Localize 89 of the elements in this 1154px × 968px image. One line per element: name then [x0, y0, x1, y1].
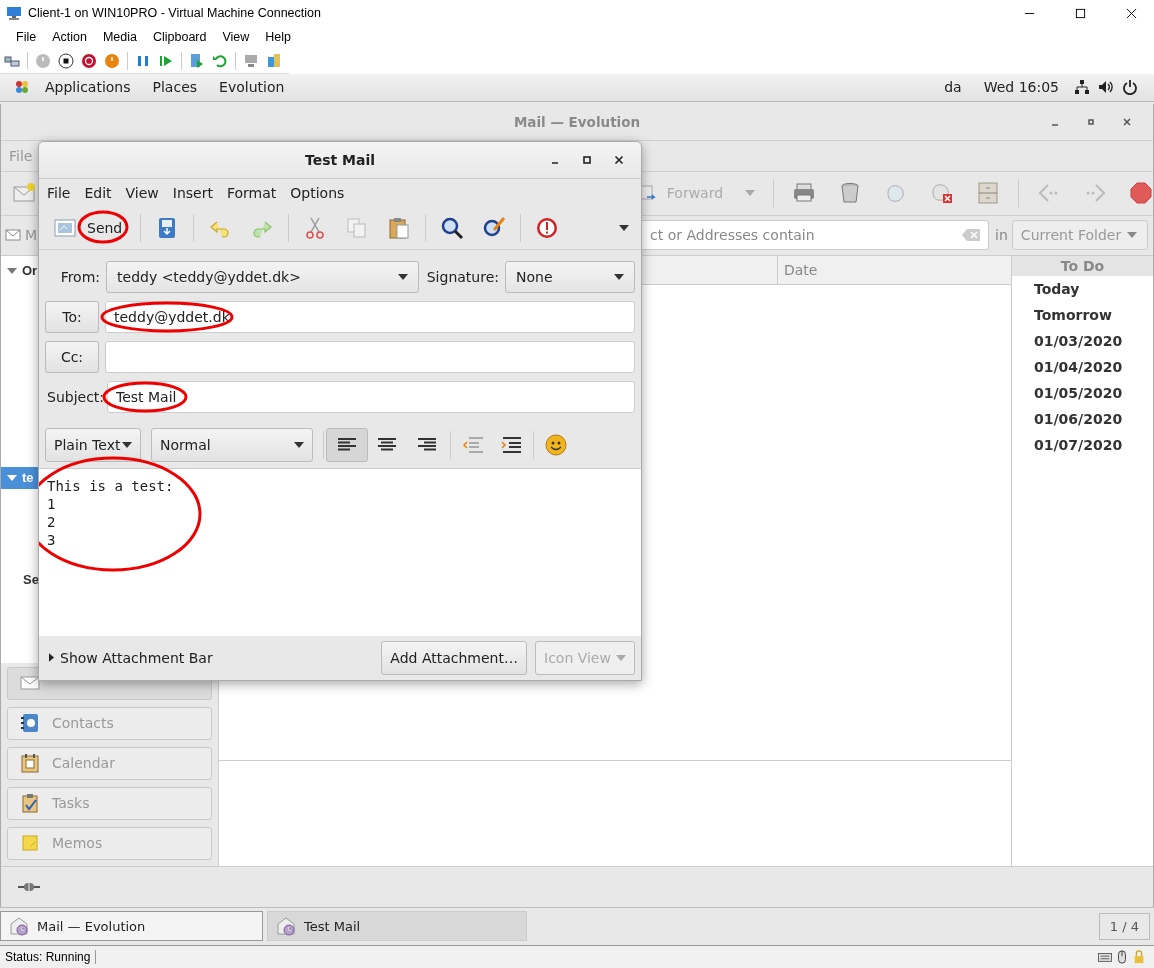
cc-button[interactable]: Cc: — [45, 340, 99, 373]
menu-item[interactable]: Options — [283, 184, 352, 201]
caret-icon[interactable] — [122, 441, 132, 448]
menu-item[interactable]: Action — [44, 30, 95, 45]
envelope-clock-icon — [9, 916, 29, 937]
clipboard-checklist-icon — [20, 793, 40, 814]
smiley-icon[interactable] — [544, 432, 568, 457]
menu-item[interactable]: Help — [257, 30, 300, 45]
connection-icon[interactable] — [17, 880, 41, 893]
caret-icon[interactable] — [294, 441, 304, 448]
todo-item: 01/05/2020 — [1033, 383, 1124, 403]
taskbar-button[interactable]: Test Mail — [267, 911, 527, 942]
menu-item[interactable]: File — [8, 30, 45, 45]
lock-icon — [1132, 949, 1146, 964]
from-label: From: — [59, 268, 101, 285]
to-button[interactable]: To: — [45, 300, 99, 333]
to-field[interactable]: teddy@yddet.dk — [105, 300, 635, 333]
not-junk-icon[interactable] — [930, 181, 955, 206]
window-title: Client-1 on WIN10PRO - Virtual Machine Connection — [28, 6, 321, 21]
from-dropdown[interactable]: teddy <teddy@yddet.dk> — [106, 260, 419, 293]
clock[interactable]: Wed 16:05 — [972, 79, 1070, 96]
caret-icon[interactable] — [397, 273, 408, 280]
caret-icon[interactable] — [614, 273, 624, 280]
todo-item: Today — [1033, 279, 1081, 299]
mail-icon — [5, 227, 21, 244]
calendar-icon — [20, 753, 40, 774]
workspace-indicator[interactable]: 1 / 4 — [1098, 912, 1150, 940]
folder-row[interactable]: Se — [1, 568, 39, 591]
window-title: Mail — Evolution — [513, 113, 641, 130]
priority-icon[interactable] — [535, 215, 560, 240]
window-title: Test Mail — [304, 151, 376, 168]
sticky-note-icon — [20, 833, 40, 854]
paste-icon[interactable] — [387, 215, 412, 240]
menu-item[interactable]: Media — [94, 30, 145, 45]
todo-item: 01/07/2020 — [1033, 435, 1124, 455]
top-bar-menu[interactable]: Applications — [34, 79, 142, 96]
close-icon[interactable] — [614, 154, 624, 165]
menu-item[interactable]: Insert — [165, 184, 220, 201]
top-bar-menu[interactable]: Evolution — [208, 79, 296, 96]
mouse-icon — [1115, 949, 1129, 964]
computer-icon[interactable] — [243, 52, 259, 69]
envelope-clock-icon — [276, 916, 296, 937]
show-attachment-bar-toggle[interactable]: Show Attachment Bar — [49, 649, 213, 666]
signature-dropdown[interactable]: None — [505, 260, 635, 293]
network-icon[interactable] — [1074, 79, 1090, 96]
revert-icon[interactable] — [212, 52, 228, 69]
cc-field[interactable] — [105, 340, 635, 373]
expander-arrow-icon[interactable] — [49, 653, 54, 663]
signature-label: Signature: — [425, 268, 499, 285]
share-icon[interactable] — [266, 52, 282, 69]
align-left-button[interactable] — [326, 427, 368, 462]
align-right-icon[interactable] — [417, 436, 437, 453]
close-icon[interactable] — [1122, 116, 1132, 127]
status-text: Status: Running — [0, 949, 97, 964]
align-left-icon[interactable] — [337, 436, 357, 453]
address-book-icon — [20, 713, 40, 734]
stop-icon[interactable] — [58, 52, 74, 69]
power-icon[interactable] — [1122, 79, 1138, 96]
maximize-icon[interactable] — [1075, 7, 1086, 19]
menu-item[interactable]: View — [118, 184, 166, 201]
menu-item[interactable]: Clipboard — [144, 30, 215, 45]
menu-item[interactable]: File — [40, 184, 78, 201]
todo-item: 01/06/2020 — [1033, 409, 1124, 429]
scope-label: in — [995, 227, 1008, 244]
gnome-foot-icon — [14, 79, 30, 96]
folder-row[interactable]: Or — [1, 259, 38, 282]
align-center-icon[interactable] — [377, 436, 397, 453]
todo-item: 01/03/2020 — [1033, 331, 1124, 351]
subject-label: Subject: — [46, 388, 101, 405]
menu-item[interactable]: Edit — [77, 184, 119, 201]
monitor-icon — [6, 5, 22, 22]
top-bar-menu[interactable]: Places — [141, 79, 209, 96]
menu-item[interactable]: Format — [219, 184, 284, 201]
todo-item: 01/04/2020 — [1033, 357, 1124, 377]
subject-field[interactable]: Test Mail — [107, 380, 635, 413]
message-body-field[interactable]: This is a test: 1 2 3 — [39, 468, 641, 636]
view-label: M — [25, 227, 38, 244]
todo-item: Tomorrow — [1033, 305, 1113, 325]
add-attachment-button[interactable]: Add Attachment… — [381, 640, 527, 675]
overflow-caret-icon[interactable] — [619, 224, 629, 231]
maximize-icon[interactable] — [582, 154, 592, 165]
taskbar-button[interactable]: Mail — Evolution — [0, 911, 263, 942]
close-icon[interactable] — [1126, 7, 1137, 19]
menu-item[interactable]: View — [214, 30, 258, 45]
search-icon[interactable] — [440, 215, 465, 240]
paragraph-style-dropdown[interactable]: Normal — [151, 427, 313, 462]
keyboard-layout[interactable]: da — [933, 79, 973, 96]
format-mode-dropdown[interactable]: Plain Text — [45, 427, 141, 462]
checkpoint-icon[interactable] — [189, 52, 205, 69]
